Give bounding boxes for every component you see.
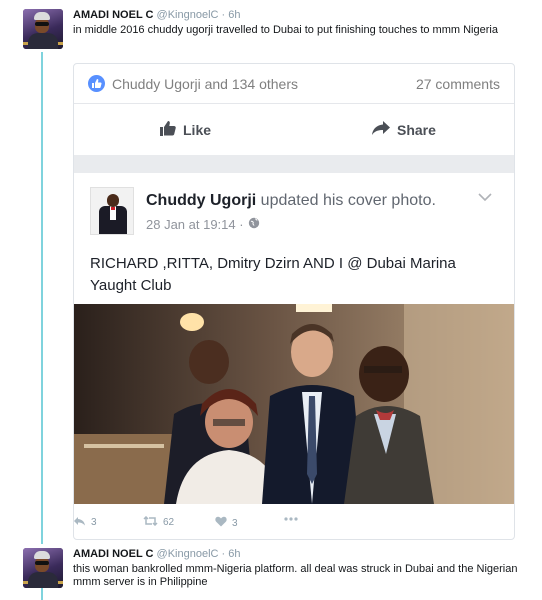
avatar[interactable]: [23, 548, 63, 588]
post-caption: RICHARD ,RITTA, Dmitry Dzirn AND I @ Dub…: [90, 255, 456, 294]
tweet-time[interactable]: · 6h: [222, 9, 241, 21]
tweet-actions: 3 62 3: [73, 512, 515, 532]
thumbs-up-icon: [159, 120, 177, 139]
like-tweet-button[interactable]: 3: [215, 516, 238, 530]
share-arrow-icon: [371, 120, 391, 139]
reactions-row: Chuddy Ugorji and 134 others 27 comments: [74, 64, 514, 104]
share-button: Share: [371, 120, 436, 139]
user-name[interactable]: AMADI NOEL C: [73, 548, 153, 560]
like-label: Like: [183, 121, 212, 138]
retweet-icon: [143, 515, 158, 529]
user-name[interactable]: AMADI NOEL C: [73, 9, 153, 21]
post-header: Chuddy Ugorji updated his cover photo.: [146, 192, 436, 210]
thread-line: [41, 588, 43, 600]
post-author-name: Chuddy Ugorji: [146, 192, 257, 209]
post-meta: 28 Jan at 19:14 ·: [146, 217, 260, 232]
likes-summary: Chuddy Ugorji and 134 others: [112, 76, 299, 92]
retweet-count: 62: [163, 517, 175, 528]
share-label: Share: [397, 121, 436, 138]
divider: [74, 155, 514, 173]
reply-button[interactable]: 3: [73, 516, 97, 529]
reply-icon: [73, 516, 86, 529]
post-date: 28 Jan at 19:14 ·: [146, 217, 244, 232]
like-reaction-icon: [88, 75, 105, 92]
avatar[interactable]: [23, 9, 63, 49]
more-dots-icon: [283, 514, 299, 525]
retweet-button[interactable]: 62: [143, 515, 175, 529]
post-action: updated his cover photo.: [260, 192, 436, 209]
more-options-button[interactable]: [283, 514, 299, 525]
actions-row: Like Share: [74, 105, 514, 153]
user-handle[interactable]: @KingnoelC: [157, 548, 219, 560]
user-handle[interactable]: @KingnoelC: [157, 9, 219, 21]
tweet-header: AMADI NOEL C @KingnoelC · 6h: [73, 548, 241, 560]
comments-count: 27 comments: [415, 76, 500, 92]
facebook-post-screenshot[interactable]: Chuddy Ugorji and 134 others 27 comments…: [73, 63, 515, 540]
thread-line: [41, 52, 43, 544]
globe-icon: [248, 217, 260, 232]
tweet-text: this woman bankrolled mmm-Nigeria platfo…: [73, 563, 518, 588]
like-button: Like: [159, 120, 211, 139]
group-photo: [74, 304, 514, 504]
post-author-avatar: [90, 187, 134, 235]
tweet-time[interactable]: · 6h: [222, 548, 241, 560]
tweet-text: in middle 2016 chuddy ugorji travelled t…: [73, 24, 498, 36]
like-count: 3: [232, 517, 238, 529]
reply-count: 3: [91, 517, 97, 528]
heart-icon: [215, 516, 227, 530]
chevron-down-icon: [478, 189, 492, 207]
tweet-header: AMADI NOEL C @KingnoelC · 6h: [73, 9, 241, 21]
